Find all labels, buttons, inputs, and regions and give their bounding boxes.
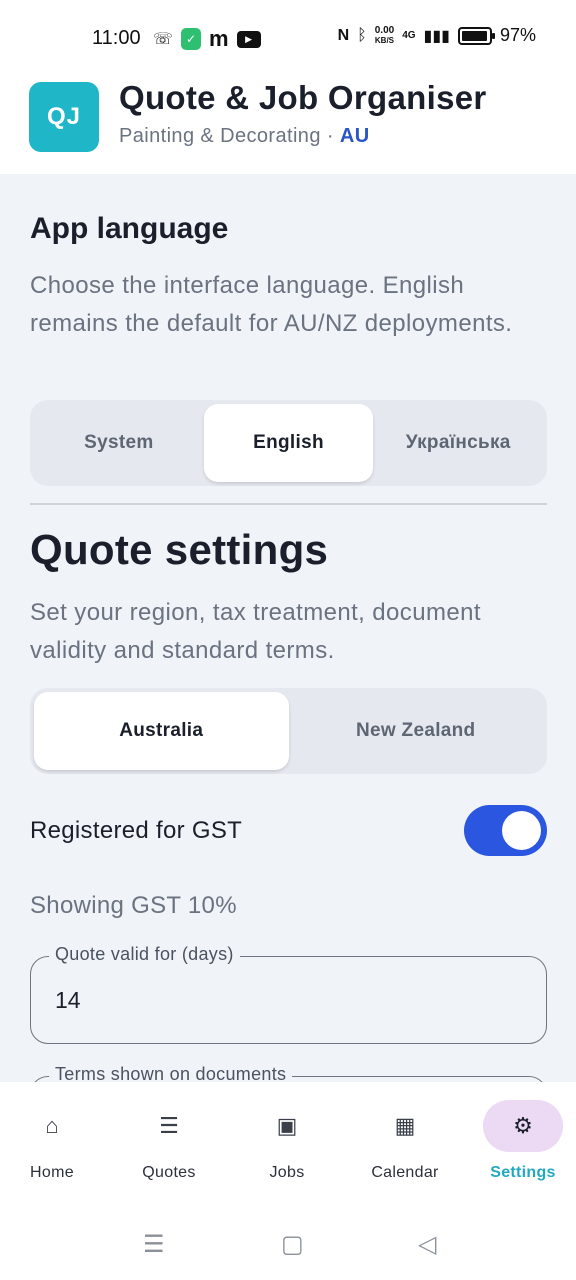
nfc-icon: N — [337, 26, 350, 44]
gst-toggle[interactable] — [464, 805, 547, 856]
region-selector[interactable]: Australia New Zealand — [30, 688, 547, 774]
menu-icon[interactable]: ☰ — [143, 1230, 165, 1259]
status-bar: 11:00 ☏ ✓ m ▶ N ᛒ 0.00 KB/S 4G ▮▮▮ 97% — [0, 0, 576, 76]
app-header: QJ Quote & Job Organiser Painting & Deco… — [0, 76, 576, 174]
language-option-system[interactable]: System — [34, 404, 204, 482]
signal-icon: ▮▮▮ — [423, 27, 450, 45]
region-option-new-zealand[interactable]: New Zealand — [289, 692, 544, 770]
mail-app-icon: m — [209, 26, 229, 51]
quote-valid-days-field[interactable]: Quote valid for (days) 14 — [30, 944, 547, 1044]
language-description: Choose the interface language. English r… — [30, 272, 513, 337]
data-speed: 0.00 KB/S — [374, 24, 395, 45]
calendar-icon: ▦ — [394, 1113, 416, 1138]
app-title: Quote & Job Organiser — [119, 79, 487, 116]
status-time: 11:00 — [92, 27, 141, 49]
job-icon: ▣ — [276, 1113, 298, 1138]
region-code: AU — [339, 125, 370, 147]
home-icon: ⌂ — [45, 1113, 59, 1138]
network-type: 4G — [402, 29, 416, 41]
nav-calendar-label: Calendar — [371, 1164, 439, 1181]
terms-label: Terms shown on documents — [49, 1064, 293, 1082]
bottom-nav: ⌂ Home ☰ Quotes ▣ Jobs ▦ Calendar ⚙ Sett… — [0, 1082, 576, 1200]
nav-calendar[interactable]: ▦ Calendar — [350, 1082, 460, 1200]
nav-settings-label: Settings — [490, 1164, 556, 1181]
back-icon[interactable]: ◁ — [418, 1230, 436, 1259]
list-icon-wrap: ☰ — [129, 1100, 209, 1152]
nav-settings[interactable]: ⚙ Settings — [468, 1082, 576, 1200]
settings-icon: ⚙ — [513, 1113, 533, 1138]
shield-icon: ✓ — [181, 28, 202, 50]
nav-home-label: Home — [30, 1164, 74, 1181]
battery-icon — [457, 26, 495, 45]
region-option-australia[interactable]: Australia — [34, 692, 289, 770]
nav-jobs-label: Jobs — [269, 1164, 305, 1181]
trade-label: Painting & Decorating — [119, 125, 321, 147]
language-option-ukrainian[interactable]: Українська — [373, 404, 543, 482]
job-icon-wrap: ▣ — [247, 1100, 327, 1152]
system-icons: N ᛒ 0.00 KB/S 4G ▮▮▮ 97% — [338, 25, 536, 46]
quote-valid-days-value[interactable]: 14 — [55, 987, 81, 1014]
settings-icon-wrap: ⚙ — [483, 1100, 563, 1152]
nav-home[interactable]: ⌂ Home — [0, 1082, 107, 1200]
language-heading: App language — [30, 212, 229, 245]
nav-jobs[interactable]: ▣ Jobs — [232, 1082, 342, 1200]
language-selector[interactable]: System English Українська — [30, 400, 547, 486]
nav-quotes-label: Quotes — [142, 1164, 196, 1181]
system-nav-bar: ☰ ▢ ◁ — [0, 1200, 576, 1280]
app-subtitle: Painting & Decorating · AU — [119, 125, 370, 148]
home-square-icon[interactable]: ▢ — [281, 1230, 304, 1259]
section-divider — [30, 503, 547, 505]
youtube-icon: ▶ — [236, 30, 261, 48]
app-logo: QJ — [29, 82, 99, 152]
gst-note: Showing GST 10% — [30, 892, 237, 919]
calendar-icon-wrap: ▦ — [365, 1100, 445, 1152]
quote-valid-days-label: Quote valid for (days) — [49, 944, 240, 965]
battery-percent: 97% — [499, 25, 536, 45]
bluetooth-icon: ᛒ — [357, 26, 367, 44]
nav-quotes[interactable]: ☰ Quotes — [114, 1082, 224, 1200]
toggle-knob — [502, 811, 541, 850]
viber-icon: ☏ — [153, 31, 174, 48]
subtitle-separator: · — [326, 125, 334, 147]
language-option-english[interactable]: English — [203, 404, 374, 482]
gst-label: Registered for GST — [30, 817, 243, 844]
list-icon: ☰ — [159, 1113, 179, 1138]
quote-settings-description: Set your region, tax treatment, document… — [30, 599, 481, 664]
quote-settings-heading: Quote settings — [30, 526, 329, 573]
home-icon-wrap: ⌂ — [12, 1100, 92, 1152]
settings-content[interactable]: App language Choose the interface langua… — [0, 174, 576, 1082]
notification-icons: ☏ ✓ m ▶ — [153, 26, 261, 52]
